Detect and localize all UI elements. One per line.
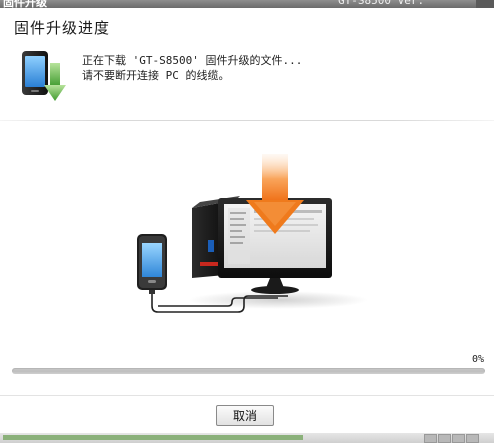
window-title: 固件升级: [3, 0, 47, 8]
title-bar-edge: [476, 0, 494, 8]
bottom-edge-cell: [424, 434, 437, 443]
phone-connected-to-pc-illustration: [137, 154, 368, 313]
bottom-edge-bar: [3, 435, 303, 440]
message-line-2: 请不要断开连接 PC 的线缆。: [82, 69, 230, 82]
download-message: 正在下载 'GT-S8500' 固件升级的文件... 请不要断开连接 PC 的线…: [82, 53, 302, 83]
title-bar: 固件升级 GT-S8500 Ver. 11.12.20.01: [0, 0, 494, 8]
header-divider: [0, 120, 494, 121]
bottom-edge-cell: [438, 434, 451, 443]
bottom-edge-cell: [452, 434, 465, 443]
bottom-edge-cell: [466, 434, 479, 443]
bottom-edge: [0, 433, 494, 443]
footer-divider: [0, 395, 494, 396]
smartphone-icon: [137, 234, 167, 294]
cancel-button[interactable]: 取消: [216, 405, 274, 426]
version-label: GT-S8500 Ver. 11.12.20.01: [338, 0, 425, 8]
page-title: 固件升级进度: [14, 19, 111, 37]
progress-bar: [12, 368, 485, 374]
phone-download-icon: [22, 51, 66, 101]
message-line-1: 正在下载 'GT-S8500' 固件升级的文件...: [82, 54, 303, 67]
firmware-upgrade-window: 固件升级 GT-S8500 Ver. 11.12.20.01 固件升级进度 正: [0, 0, 494, 443]
progress-percent-label: 0%: [471, 354, 484, 365]
